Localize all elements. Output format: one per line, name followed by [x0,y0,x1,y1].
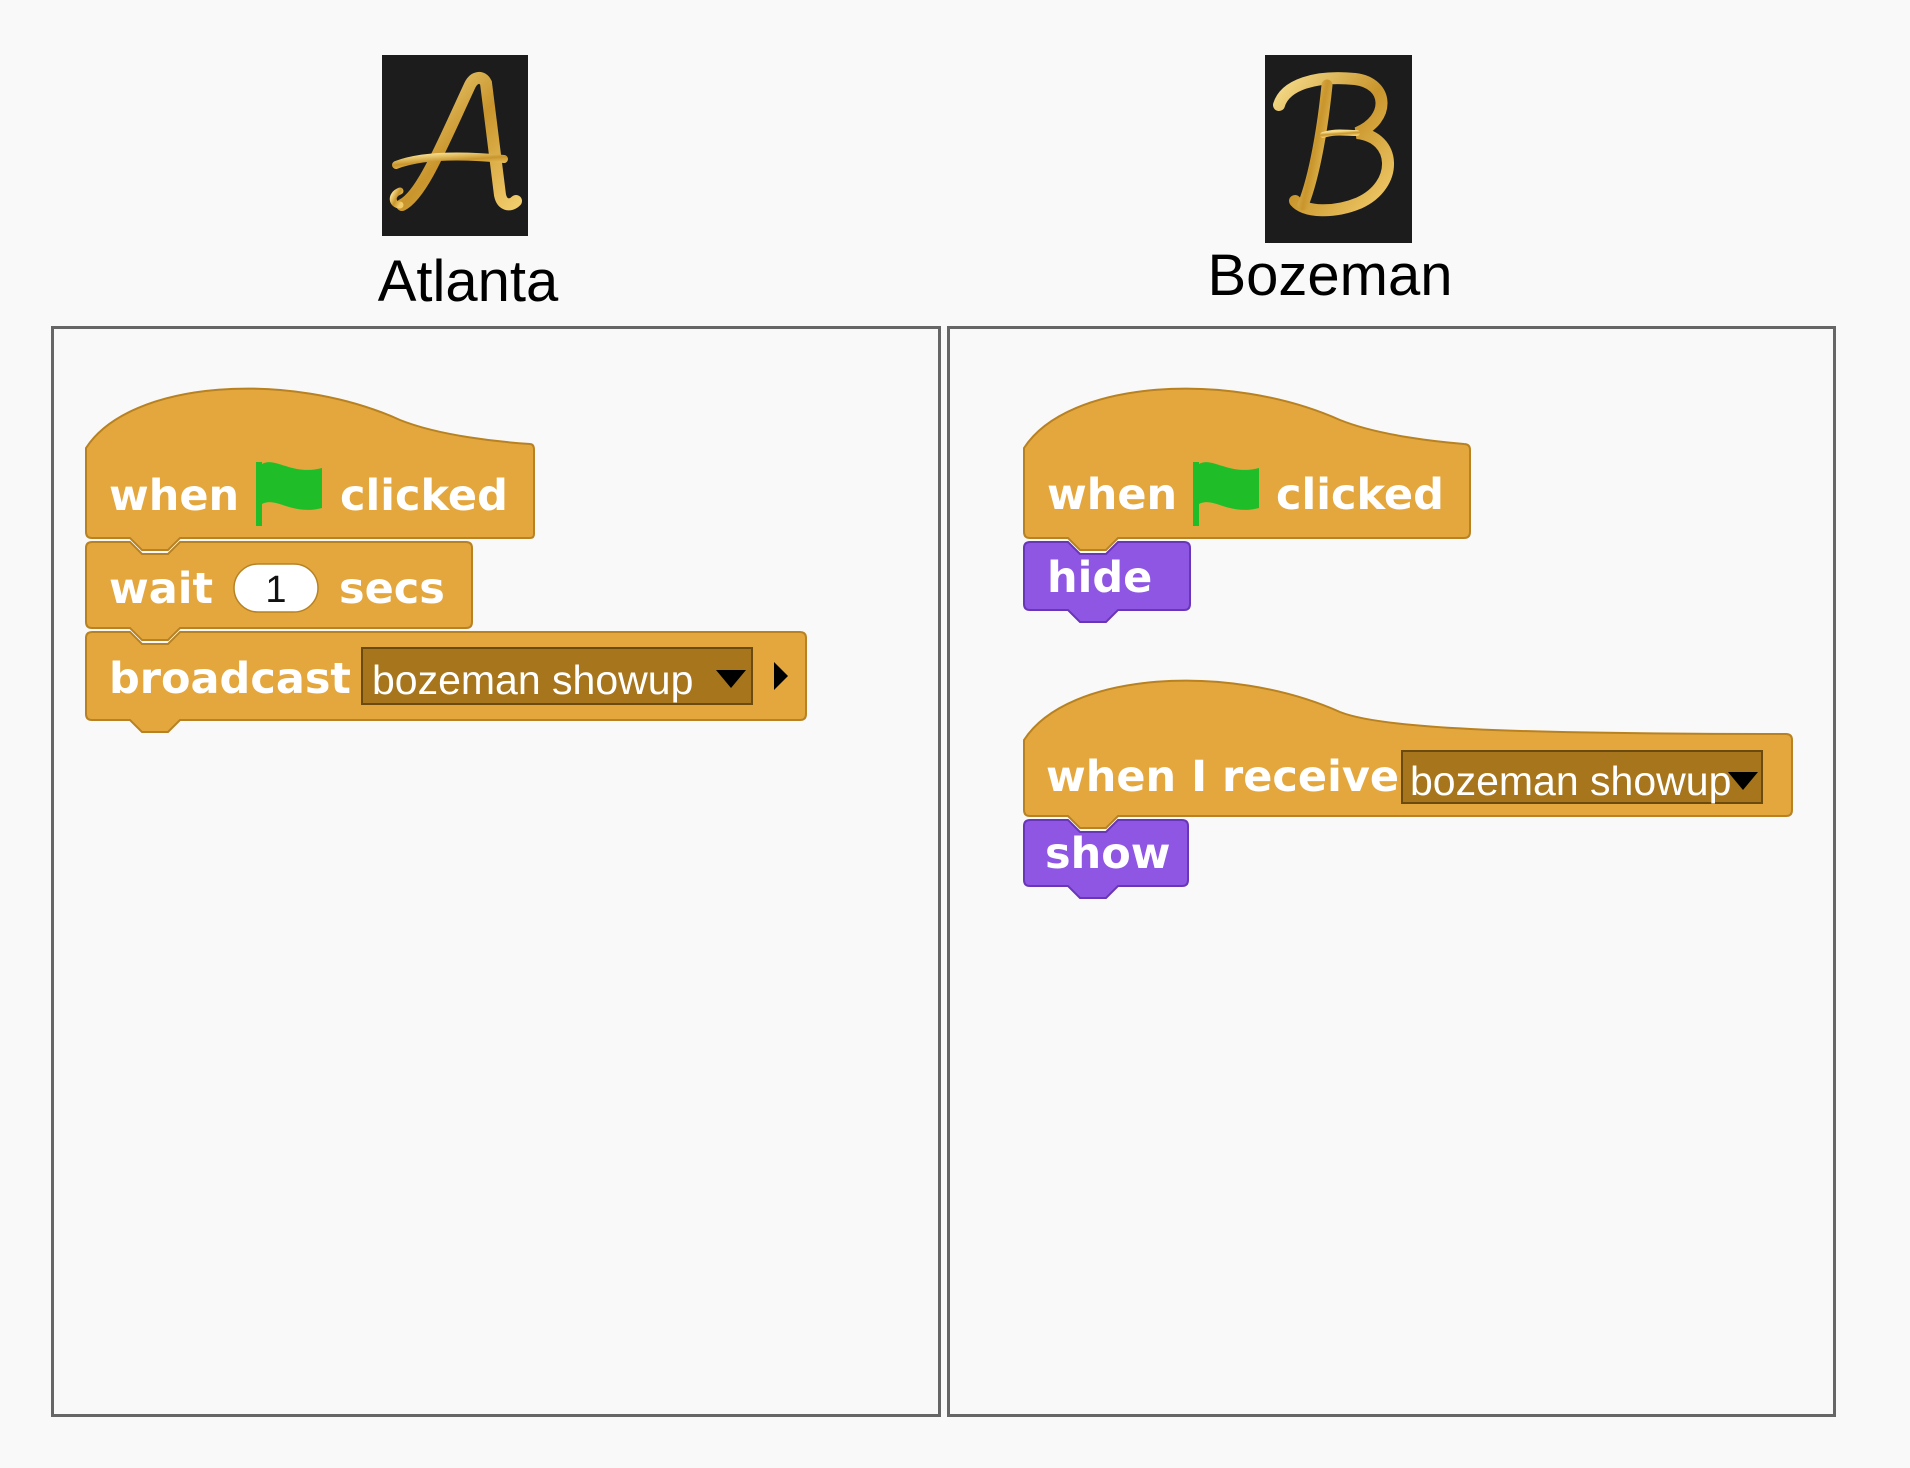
when-i-receive-label: when I receive [1046,752,1399,802]
clicked-label: clicked [340,471,508,521]
sprite-name-bozeman: Bozeman [1207,243,1453,308]
atlanta-wait-block[interactable]: wait 1 secs [85,541,473,641]
secs-label: secs [339,564,445,614]
wait-label: wait [109,564,213,614]
gold-letter-a-icon [389,72,522,211]
bozeman-hide-block[interactable]: hide [1023,541,1191,623]
bozeman-show-block[interactable]: show [1023,819,1189,899]
when-label: when [1047,470,1177,520]
atlanta-broadcast-block[interactable]: broadcast bozeman showup [85,631,807,733]
show-label: show [1045,829,1170,879]
clicked-label: clicked [1276,470,1444,520]
sprite-name-atlanta: Atlanta [377,249,559,314]
when-label: when [109,471,239,521]
gold-letter-b-icon [1273,72,1394,217]
atlanta-costume-thumbnail[interactable] [382,55,528,236]
bozeman-costume-thumbnail[interactable] [1265,55,1412,243]
broadcast-message-value: bozeman showup [372,657,693,703]
hide-label: hide [1047,553,1152,603]
broadcast-label: broadcast [109,654,351,704]
wait-seconds-value: 1 [265,569,286,611]
receive-message-value: bozeman showup [1410,758,1731,804]
